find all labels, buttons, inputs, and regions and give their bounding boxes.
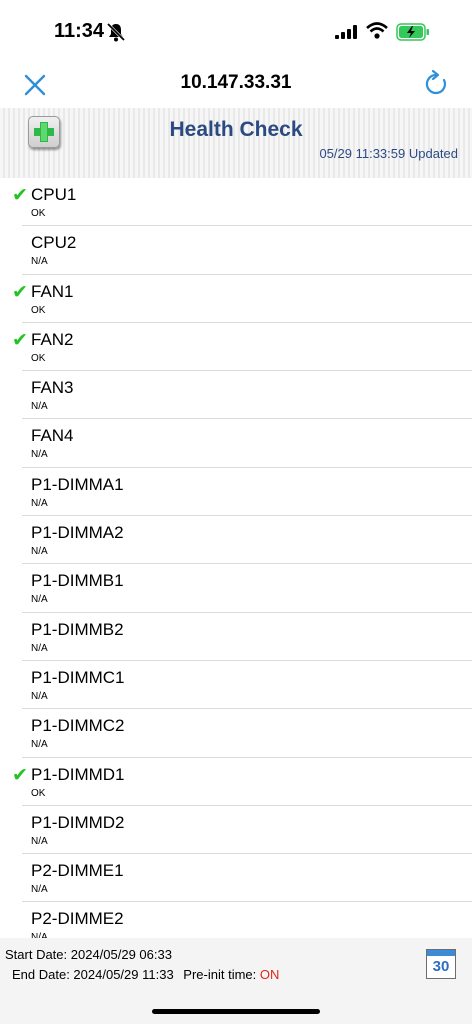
list-item[interactable]: CPU2 N/A [0, 226, 472, 275]
item-status: N/A [31, 835, 48, 847]
check-icon: ✔ [12, 329, 28, 351]
list-item[interactable]: P1-DIMMB1 N/A [0, 564, 472, 613]
item-status: N/A [31, 594, 48, 606]
cellular-signal-icon [335, 25, 357, 39]
item-status: N/A [31, 256, 48, 268]
footer-panel: Start Date: 2024/05/29 06:33 End Date: 2… [0, 938, 472, 1024]
check-icon: ✔ [12, 185, 28, 206]
battery-charging-icon [396, 23, 429, 41]
refresh-icon[interactable] [420, 68, 452, 100]
item-status: N/A [31, 884, 48, 896]
item-name: P2-DIMME1 [31, 861, 124, 881]
list-item[interactable]: P1-DIMMC2 N/A [0, 709, 472, 758]
list-item[interactable]: P1-DIMMC1 N/A [0, 661, 472, 710]
item-name: FAN1 [31, 281, 74, 301]
start-date: Start Date: 2024/05/29 06:33 [5, 947, 172, 962]
check-icon: ✔ [12, 281, 28, 303]
list-item[interactable]: ✔ FAN1 OK [0, 275, 472, 323]
status-bar: 11:34 [0, 0, 472, 62]
list-item[interactable]: FAN3 N/A [0, 371, 472, 420]
item-status: N/A [31, 401, 48, 413]
sensor-list: ✔ CPU1 OK CPU2 N/A ✔ FAN1 OK ✔ FAN2 OK FAN3 N/A FAN4 N… [0, 178, 472, 938]
item-name: FAN3 [31, 378, 74, 398]
list-item[interactable]: ✔ P1-DIMMD1 OK [0, 758, 472, 806]
list-item[interactable]: ✔ CPU1 OK [0, 178, 472, 227]
wifi-icon [366, 22, 388, 39]
item-status: OK [31, 304, 46, 316]
item-name: FAN2 [31, 329, 74, 349]
item-name: P1-DIMMD2 [31, 812, 125, 832]
calendar-day: 30 [432, 958, 450, 975]
item-status: N/A [31, 642, 48, 654]
preinit-label: Pre-init time: [183, 967, 257, 982]
item-name: P1-DIMMB1 [31, 571, 124, 591]
list-item[interactable]: P1-DIMMA2 N/A [0, 516, 472, 565]
updated-timestamp: 05/29 11:33:59 Updated [319, 146, 458, 161]
item-status: OK [31, 208, 46, 219]
item-name: P1-DIMMC2 [31, 716, 125, 736]
nav-bar: 10.147.33.31 [0, 62, 472, 108]
item-status: OK [31, 352, 46, 364]
list-item[interactable]: P1-DIMMB2 N/A [0, 613, 472, 661]
end-date-line: End Date: 2024/05/29 11:33 Pre-init time… [12, 967, 279, 982]
item-status: N/A [31, 546, 48, 558]
calendar-icon[interactable]: 30 [426, 949, 456, 979]
item-name: CPU2 [31, 233, 77, 253]
list-item[interactable]: P2-DIMME1 N/A [0, 854, 472, 903]
item-status: N/A [31, 449, 48, 461]
item-name: P2-DIMME2 [31, 909, 124, 929]
status-time: 11:34 [54, 20, 105, 42]
list-item[interactable]: FAN4 N/A [0, 419, 472, 468]
item-status: N/A [31, 739, 48, 751]
end-date: End Date: 2024/05/29 11:33 [12, 967, 174, 982]
page-title: 10.147.33.31 [180, 72, 292, 93]
item-name: P1-DIMMA1 [31, 474, 124, 494]
item-name: P1-DIMMB2 [31, 619, 124, 639]
preinit-value[interactable]: ON [260, 967, 280, 982]
list-item[interactable]: P1-DIMMA1 N/A [0, 468, 472, 517]
item-name: FAN4 [31, 426, 74, 446]
item-name: P1-DIMMC1 [31, 667, 125, 687]
health-check-header: Health Check 05/29 11:33:59 Updated [0, 108, 472, 178]
list-item[interactable]: P2-DIMME2 N/A [0, 902, 472, 938]
home-indicator[interactable] [152, 1009, 320, 1014]
bell-slash-icon [106, 22, 126, 42]
item-name: P1-DIMMD1 [31, 764, 125, 784]
item-name: CPU1 [31, 185, 77, 204]
list-item[interactable]: ✔ FAN2 OK [0, 323, 472, 372]
list-item[interactable]: P1-DIMMD2 N/A [0, 806, 472, 855]
item-status: N/A [31, 690, 48, 702]
item-status: OK [31, 787, 46, 799]
check-icon: ✔ [12, 764, 28, 786]
section-title: Health Check [169, 118, 303, 141]
item-name: P1-DIMMA2 [31, 523, 124, 543]
item-status: N/A [31, 497, 48, 509]
